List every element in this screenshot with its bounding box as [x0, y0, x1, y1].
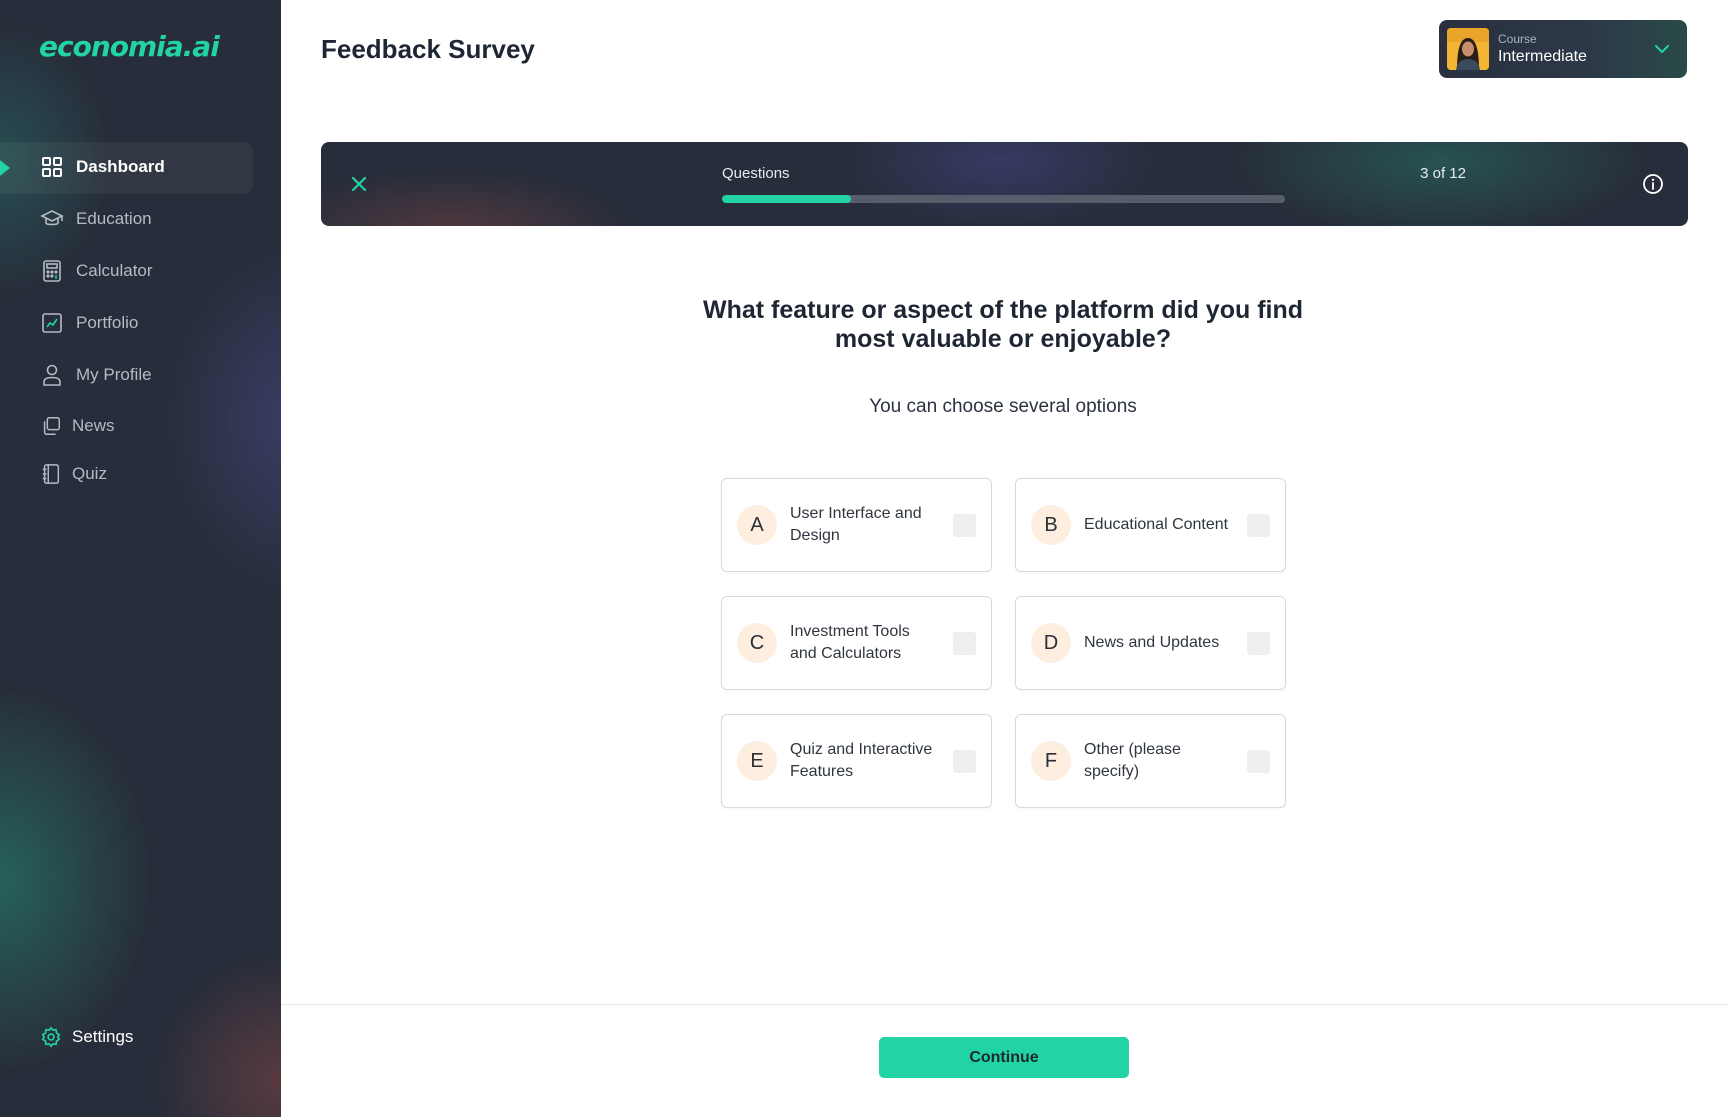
sidebar-item-label: Portfolio: [76, 313, 139, 332]
survey-hint: You can choose several options: [869, 396, 1137, 417]
sidebar-item-quiz[interactable]: Quiz: [40, 462, 107, 486]
option-text: Quiz and Interactive Features: [790, 741, 933, 780]
gear-icon: [40, 1025, 62, 1049]
sidebar-item-label: News: [72, 416, 115, 435]
option-letter: A: [737, 505, 777, 545]
option-text: Investment Tools and Calculators: [790, 623, 910, 662]
survey-progress-panel: Questions 3 of 12: [321, 142, 1688, 226]
app-logo: economia.ai: [39, 30, 220, 63]
sidebar-item-education[interactable]: Education: [40, 207, 152, 231]
option-text: Other (please specify): [1084, 741, 1181, 780]
sidebar-item-label: My Profile: [76, 365, 152, 384]
sidebar-item-portfolio[interactable]: Portfolio: [40, 311, 138, 335]
option-text: Educational Content: [1084, 516, 1229, 533]
user-icon: [40, 363, 64, 387]
course-selector[interactable]: Course Intermediate: [1439, 20, 1687, 78]
option-text: User Interface and Design: [790, 505, 922, 544]
continue-button[interactable]: Continue: [879, 1037, 1129, 1078]
sidebar-item-my-profile[interactable]: My Profile: [40, 363, 152, 387]
sidebar-item-news[interactable]: News: [40, 414, 115, 438]
option-letter: F: [1031, 741, 1071, 781]
option-checkbox[interactable]: [953, 632, 976, 655]
option-letter: E: [737, 741, 777, 781]
footer-divider: [281, 1004, 1728, 1005]
course-caption: Course: [1498, 32, 1537, 46]
sidebar-item-settings[interactable]: Settings: [40, 1025, 133, 1049]
notebook-icon: [40, 462, 62, 486]
option-f[interactable]: F Other (please specify): [1015, 714, 1286, 808]
option-text: News and Updates: [1084, 634, 1220, 651]
avatar: [1447, 28, 1489, 70]
course-value: Intermediate: [1498, 48, 1587, 65]
dashboard-grid-icon: [40, 155, 64, 179]
option-letter: B: [1031, 505, 1071, 545]
progress-label: Questions: [722, 165, 790, 182]
option-checkbox[interactable]: [1247, 750, 1270, 773]
option-a[interactable]: A User Interface and Design: [721, 478, 992, 572]
progress-fill: [722, 195, 852, 203]
option-b[interactable]: B Educational Content: [1015, 478, 1286, 572]
active-indicator-icon: [0, 160, 10, 176]
chart-line-icon: [40, 311, 64, 335]
sidebar-item-label: Dashboard: [76, 157, 165, 176]
option-letter: D: [1031, 623, 1071, 663]
sidebar-item-label: Settings: [72, 1027, 134, 1046]
option-e[interactable]: E Quiz and Interactive Features: [721, 714, 992, 808]
graduation-cap-icon: [40, 207, 64, 231]
sidebar-item-calculator[interactable]: Calculator: [40, 259, 153, 283]
calculator-icon: [40, 259, 64, 283]
option-checkbox[interactable]: [953, 514, 976, 537]
sidebar: economia.ai Dashboard Education Calculat…: [0, 0, 281, 1117]
close-icon[interactable]: [348, 173, 370, 195]
sidebar-item-label: Calculator: [76, 261, 153, 280]
option-d[interactable]: D News and Updates: [1015, 596, 1286, 690]
progress-track: [722, 195, 1285, 203]
sidebar-item-label: Quiz: [72, 464, 107, 483]
sidebar-item-label: Education: [76, 209, 152, 228]
survey-question: What feature or aspect of the platform d…: [702, 296, 1304, 353]
progress-count: 3 of 12: [1420, 165, 1466, 182]
option-letter: C: [737, 623, 777, 663]
option-checkbox[interactable]: [1247, 514, 1270, 537]
option-checkbox[interactable]: [1247, 632, 1270, 655]
option-checkbox[interactable]: [953, 750, 976, 773]
copy-pages-icon: [40, 414, 62, 438]
sidebar-item-dashboard[interactable]: Dashboard: [40, 155, 165, 179]
option-c[interactable]: C Investment Tools and Calculators: [721, 596, 992, 690]
page-title: Feedback Survey: [321, 34, 535, 64]
info-icon[interactable]: [1642, 173, 1664, 195]
chevron-down-icon: [1655, 45, 1669, 53]
